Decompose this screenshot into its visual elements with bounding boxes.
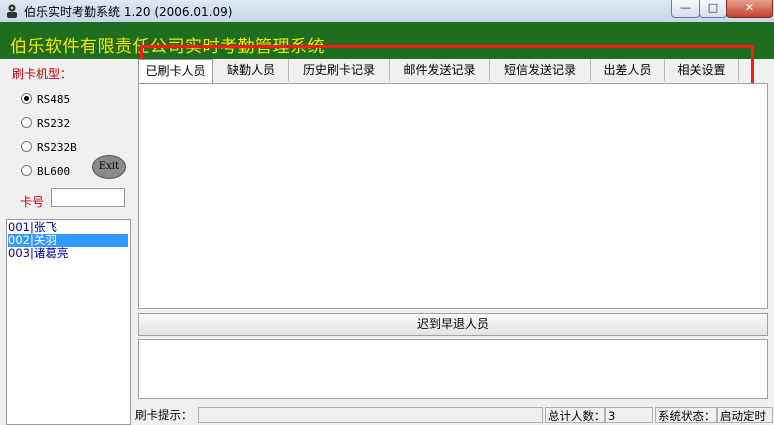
radio-bl600[interactable]: BL600 [21,165,70,178]
tab-email-log[interactable]: 邮件发送记录 [390,59,490,81]
app-window: 伯乐实时考勤系统 1.20 (2006.01.09) — □ ✕ 伯乐软件有限责… [0,0,774,425]
system-state-label: 系统状态： [655,407,717,423]
card-hint-value [198,407,543,423]
radio-checked-icon [21,93,32,104]
system-state-value: 启动定时 [717,407,773,423]
card-number-label: 卡号 [20,195,45,209]
window-title: 伯乐实时考勤系统 1.20 (2006.01.09) [24,5,233,19]
card-hint-label: 刷卡提示： [135,408,193,422]
card-number-input[interactable] [51,188,125,207]
radio-rs232b[interactable]: RS232B [21,141,77,154]
radio-unchecked-icon [21,165,32,176]
signed-in-list[interactable] [138,83,768,309]
tab-history[interactable]: 历史刷卡记录 [289,59,390,81]
late-early-button[interactable]: 迟到早退人员 [138,313,768,336]
radio-rs485[interactable]: RS485 [21,93,70,106]
tab-signed-in[interactable]: 已刷卡人员 [138,59,213,84]
status-bar: 刷卡提示： 总计人数： 3 系统状态： 启动定时 [133,406,774,425]
total-count-value: 3 [605,407,653,423]
list-item[interactable]: 003|诸葛亮 [8,247,128,260]
close-button[interactable]: ✕ [726,0,773,18]
tab-business-trip[interactable]: 出差人员 [591,59,665,81]
tab-settings[interactable]: 相关设置 [665,59,739,81]
radio-unchecked-icon [21,141,32,152]
title-bar: 伯乐实时考勤系统 1.20 (2006.01.09) — □ ✕ [0,0,774,23]
tab-absent[interactable]: 缺勤人员 [214,59,289,81]
tab-sms-log[interactable]: 短信发送记录 [490,59,591,81]
exit-button[interactable]: Exit [92,155,126,179]
late-early-list[interactable] [138,339,768,399]
card-type-label: 刷卡机型： [12,67,73,81]
app-icon [7,4,17,18]
radio-rs232[interactable]: RS232 [21,117,70,130]
total-count-label: 总计人数： [545,407,605,423]
maximize-button[interactable]: □ [699,0,727,18]
minimize-button[interactable]: — [671,0,700,18]
radio-unchecked-icon [21,117,32,128]
tab-bar: 已刷卡人员 缺勤人员 历史刷卡记录 邮件发送记录 短信发送记录 出差人员 相关设… [138,59,768,84]
user-list[interactable]: 001|张飞 002|关羽 003|诸葛亮 [6,219,131,425]
